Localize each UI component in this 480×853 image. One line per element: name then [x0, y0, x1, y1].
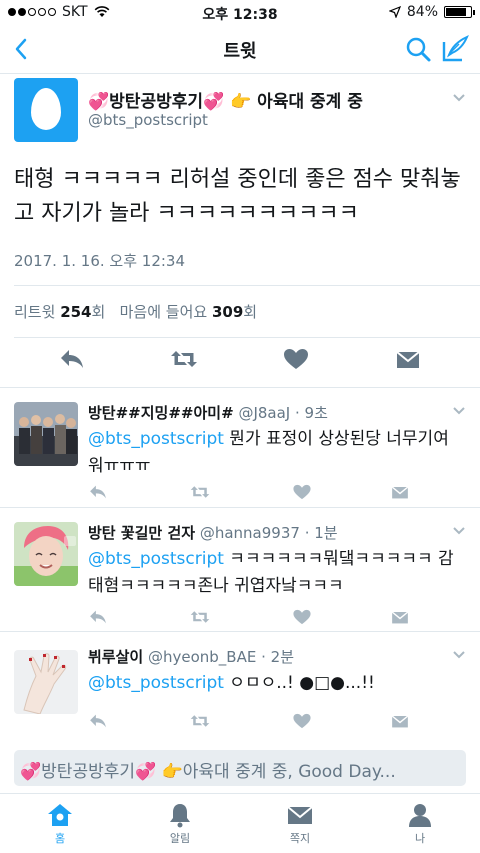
reply-author-name[interactable]: 뷔루살이: [88, 648, 143, 666]
avatar[interactable]: [14, 402, 78, 466]
chevron-down-icon[interactable]: [452, 524, 466, 538]
like-stat[interactable]: 마음에 들어요 309회: [120, 303, 257, 321]
reply-icon[interactable]: [88, 712, 108, 730]
reply-text: @bts_postscript 뭔가 표정이 상상된당 너무기여워ㅠㅠㅠ: [88, 426, 458, 480]
tweet-text: 태형 ㅋㅋㅋㅋㅋ 리허설 중인데 좋은 점수 맞춰놓고 자기가 놀라 ㅋㅋㅋㅋㅋ…: [14, 167, 461, 226]
tab-notifications[interactable]: 알림: [140, 802, 220, 846]
tab-messages[interactable]: 쪽지: [260, 802, 340, 846]
reply-author-handle[interactable]: @J8aaJ: [238, 404, 290, 422]
tab-messages-label: 쪽지: [289, 832, 311, 845]
reply-age: · 2분: [261, 648, 295, 666]
author-name[interactable]: 💞방탄공방후기💞 👉 아육대 중계 중: [88, 87, 363, 112]
tab-me-label: 나: [414, 832, 426, 845]
tweet-actions: [0, 347, 480, 375]
retweet-icon[interactable]: [190, 483, 210, 501]
avatar[interactable]: [14, 650, 78, 714]
reply-tweet[interactable]: 뷔루살이 @hyeonb_BAE · 2분 @bts_postscript ㅇㅁ…: [0, 632, 480, 742]
envelope-icon: [287, 806, 313, 824]
reply-compose-input[interactable]: 💞방탄공방후기💞 👉아육대 중계 중, Good Day...: [14, 750, 466, 786]
tab-home[interactable]: 홈: [20, 802, 100, 846]
chevron-down-icon[interactable]: [452, 404, 466, 418]
egg-avatar[interactable]: [14, 78, 78, 142]
reply-icon[interactable]: [88, 608, 108, 626]
compose-tweet-icon[interactable]: [440, 34, 470, 64]
like-count: 309: [211, 303, 244, 321]
reply-actions: [88, 608, 428, 628]
direct-message-icon[interactable]: [390, 608, 410, 626]
tweet-stats: 리트윗 254회 마음에 들어요 309회: [14, 301, 257, 322]
nav-bar: 트윗: [0, 24, 480, 74]
heart-icon[interactable]: [292, 712, 312, 730]
status-bar: SKT 오후 12:38 84%: [0, 0, 480, 24]
reply-body: ㅇㅁㅇ..! ●□●...!!: [223, 673, 375, 693]
reply-text: @bts_postscript ㅋㅋㅋㅋㅋㅋ뭐댘ㅋㅋㅋㅋㅋ 감태혐ㅋㅋㅋㅋㅋ존나…: [88, 546, 458, 600]
reply-author-name[interactable]: 방탄##지밍##아미#: [88, 404, 234, 422]
retweet-icon[interactable]: [170, 347, 198, 371]
like-unit: 회: [243, 303, 258, 321]
direct-message-icon[interactable]: [390, 712, 410, 730]
mention-link[interactable]: @bts_postscript: [88, 673, 224, 693]
divider: [14, 285, 480, 286]
mention-link[interactable]: @bts_postscript: [88, 429, 224, 449]
chevron-down-icon[interactable]: [452, 648, 466, 662]
tab-bar: 홈 알림 쪽지 나: [0, 793, 480, 853]
reply-author-name[interactable]: 방탄 꽃길만 걷자: [88, 524, 195, 542]
tab-notifications-label: 알림: [169, 832, 191, 845]
battery-icon: [444, 6, 475, 18]
location-arrow-icon: [388, 6, 401, 18]
reply-icon[interactable]: [88, 483, 108, 501]
mention-link[interactable]: @bts_postscript: [88, 549, 224, 569]
reply-actions: [88, 712, 428, 732]
retweet-unit: 회: [91, 303, 106, 321]
direct-message-icon[interactable]: [394, 347, 422, 371]
author-handle[interactable]: @bts_postscript: [88, 111, 208, 129]
avatar[interactable]: [14, 522, 78, 586]
retweet-label: 리트윗: [14, 303, 56, 321]
reply-author-handle[interactable]: @hanna9937: [200, 524, 300, 542]
egg-icon: [31, 88, 61, 130]
retweet-icon[interactable]: [190, 608, 210, 626]
bell-icon: [170, 804, 190, 828]
home-icon: [48, 804, 72, 826]
like-label: 마음에 들어요: [119, 303, 208, 321]
tab-home-label: 홈: [54, 832, 66, 845]
heart-icon[interactable]: [292, 608, 312, 626]
reply-age: · 1분: [304, 524, 338, 542]
reply-icon[interactable]: [58, 347, 86, 371]
reply-actions: [88, 483, 428, 503]
person-icon: [409, 804, 431, 827]
reply-text: @bts_postscript ㅇㅁㅇ..! ●□●...!!: [88, 670, 458, 697]
reply-header: 뷔루살이 @hyeonb_BAE · 2분: [88, 646, 294, 667]
tweet-timestamp: 2017. 1. 16. 오후 12:34: [14, 252, 186, 270]
retweet-count: 254: [60, 303, 92, 321]
chevron-down-icon[interactable]: [452, 91, 466, 105]
divider: [14, 337, 480, 338]
reply-tweet[interactable]: 방탄##지밍##아미# @J8aaJ · 9초 @bts_postscript …: [0, 388, 480, 508]
heart-icon[interactable]: [292, 483, 312, 501]
direct-message-icon[interactable]: [390, 483, 410, 501]
reply-header: 방탄##지밍##아미# @J8aaJ · 9초: [88, 402, 328, 423]
reply-header: 방탄 꽃길만 걷자 @hanna9937 · 1분: [88, 522, 338, 543]
battery-percent: 84%: [406, 4, 438, 20]
reply-author-handle[interactable]: @hyeonb_BAE: [148, 648, 256, 666]
reply-age: · 9초: [295, 404, 328, 422]
heart-icon[interactable]: [282, 347, 310, 371]
battery-fill: [446, 8, 467, 16]
retweet-stat[interactable]: 리트윗 254회: [14, 303, 105, 321]
status-right: 84%: [388, 4, 475, 20]
reply-tweet[interactable]: 방탄 꽃길만 걷자 @hanna9937 · 1분 @bts_postscrip…: [0, 508, 480, 632]
search-icon[interactable]: [404, 35, 432, 63]
tab-me[interactable]: 나: [380, 802, 460, 846]
retweet-icon[interactable]: [190, 712, 210, 730]
